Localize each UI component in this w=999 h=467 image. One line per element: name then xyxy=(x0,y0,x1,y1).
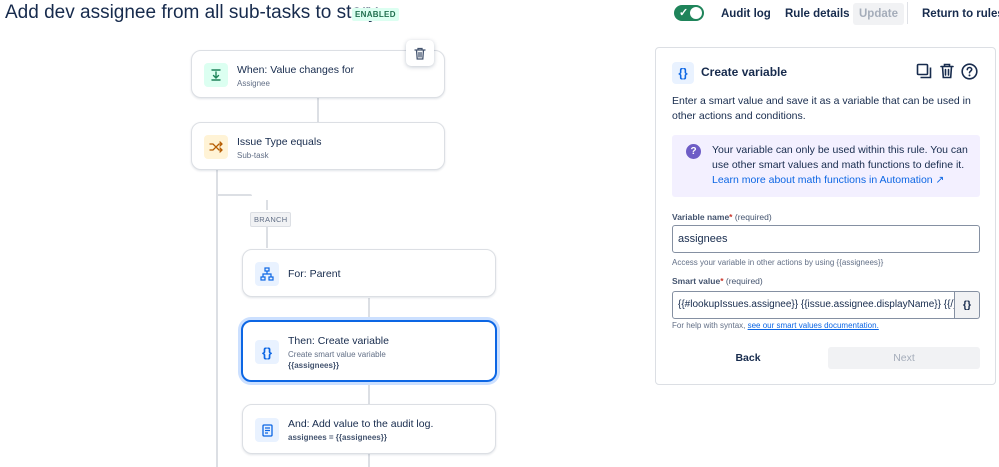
duplicate-icon[interactable] xyxy=(915,62,932,80)
rule-enabled-toggle[interactable]: ✓ xyxy=(674,5,704,21)
condition-title: Issue Type equals xyxy=(237,136,322,148)
shuffle-icon xyxy=(204,135,228,159)
audit-log-button[interactable]: Audit log xyxy=(715,3,777,25)
rule-header: Add dev assignee from all sub-tasks to s… xyxy=(0,0,999,30)
check-icon: ✓ xyxy=(679,7,689,19)
variable-name-input[interactable]: assignees xyxy=(672,225,980,253)
branch-card[interactable]: For: Parent xyxy=(242,249,496,297)
create-variable-panel: {} Create variable Enter a smart value a… xyxy=(655,47,996,385)
connector-line xyxy=(368,298,370,320)
info-message: ? Your variable can only be used within … xyxy=(672,135,980,197)
condition-card[interactable]: Issue Type equals Sub-task xyxy=(191,122,445,170)
audit-log-card[interactable]: And: Add value to the audit log. assigne… xyxy=(242,404,496,454)
panel-description: Enter a smart value and save it as a var… xyxy=(672,95,971,122)
connector-line xyxy=(266,200,268,210)
trigger-title: When: Value changes for xyxy=(237,64,355,76)
variable-name-label: Variable name* (required) xyxy=(672,212,772,222)
smart-value-label-text: Smart value xyxy=(672,276,721,286)
create-variable-subtitle: Create smart value variable xyxy=(288,350,386,359)
return-to-rules-button[interactable]: Return to rules xyxy=(916,3,999,25)
condition-subtitle: Sub-task xyxy=(237,151,269,160)
value-change-icon xyxy=(204,63,228,87)
trigger-subtitle: Assignee xyxy=(237,79,270,88)
help-icon[interactable] xyxy=(961,62,978,80)
required-text: (required) xyxy=(725,276,763,286)
required-mark: * xyxy=(720,276,724,286)
create-variable-card[interactable]: {} Then: Create variable Create smart va… xyxy=(241,320,497,382)
back-button[interactable]: Back xyxy=(672,347,824,369)
rule-details-button[interactable]: Rule details xyxy=(779,3,856,25)
braces-icon: {} xyxy=(255,340,279,364)
question-icon: ? xyxy=(686,144,701,159)
create-variable-detail: {{assignees}} xyxy=(288,361,340,370)
required-mark: * xyxy=(729,212,733,222)
connector-line xyxy=(368,454,370,467)
next-button[interactable]: Next xyxy=(828,347,980,369)
status-badge: ENABLED xyxy=(352,8,399,21)
connector-line xyxy=(216,170,218,467)
smart-value-input[interactable]: {{#lookupIssues.assignee}} {{issue.assig… xyxy=(672,291,955,319)
insert-smart-value-button[interactable]: {} xyxy=(955,291,980,319)
branch-label: BRANCH xyxy=(250,212,292,227)
smart-value-helper: For help with syntax, see our smart valu… xyxy=(672,321,879,330)
required-text: (required) xyxy=(734,212,772,222)
panel-actions xyxy=(915,62,978,80)
braces-icon: {} xyxy=(672,62,694,84)
update-button[interactable]: Update xyxy=(853,3,904,25)
connector-line xyxy=(266,224,268,248)
audit-log-detail: assignees = {{assignees}} xyxy=(288,433,387,442)
rule-title: Add dev assignee from all sub-tasks to s… xyxy=(5,2,378,23)
connector-line xyxy=(368,383,370,404)
panel-title: Create variable xyxy=(701,65,788,79)
hierarchy-icon xyxy=(255,262,279,286)
smart-value-label: Smart value* (required) xyxy=(672,276,763,286)
connector-line xyxy=(317,98,319,122)
header-divider xyxy=(907,2,908,24)
smart-value-helper-text: For help with syntax, xyxy=(672,321,746,330)
smart-values-docs-link[interactable]: see our smart values documentation. xyxy=(748,321,879,330)
trash-icon xyxy=(414,47,426,60)
variable-name-label-text: Variable name xyxy=(672,212,730,222)
branch-title: For: Parent xyxy=(288,268,341,280)
info-text: Your variable can only be used within th… xyxy=(712,144,968,171)
variable-name-helper: Access your variable in other actions by… xyxy=(672,258,884,267)
math-functions-link[interactable]: Learn more about math functions in Autom… xyxy=(712,174,944,186)
create-variable-title: Then: Create variable xyxy=(288,335,389,347)
document-icon xyxy=(255,418,279,442)
delete-step-button[interactable] xyxy=(406,40,434,66)
audit-log-title: And: Add value to the audit log. xyxy=(288,418,434,430)
trash-icon[interactable] xyxy=(938,62,955,80)
connector-line xyxy=(216,194,252,196)
info-text-block: Your variable can only be used within th… xyxy=(712,143,970,188)
